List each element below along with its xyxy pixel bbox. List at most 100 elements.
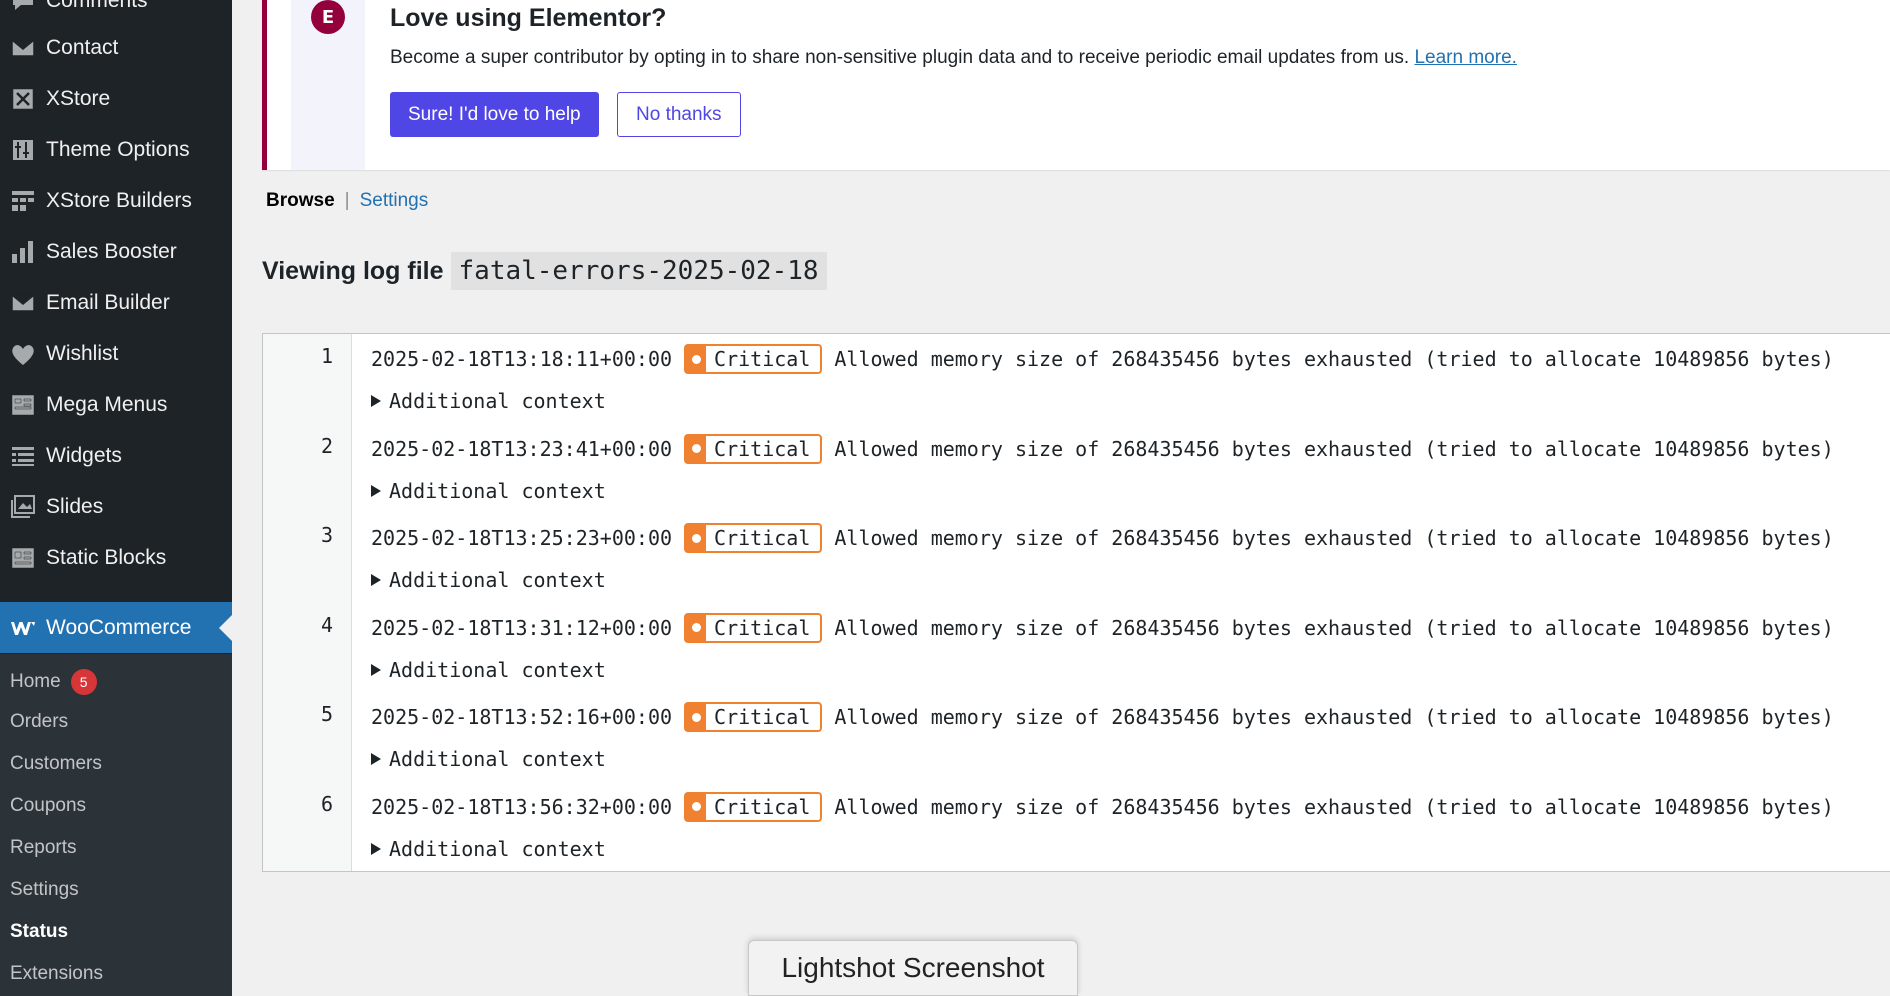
submenu-item-settings[interactable]: Settings bbox=[10, 879, 79, 901]
line-number: 5 bbox=[320, 702, 333, 726]
disclosure-triangle-icon bbox=[371, 663, 381, 676]
submenu-item-home[interactable]: Home 5 bbox=[10, 669, 97, 695]
level-badge: Critical bbox=[684, 612, 823, 643]
browse-tab[interactable]: Browse bbox=[266, 190, 335, 212]
sidebar-item-theme-options[interactable]: Theme Options bbox=[0, 124, 232, 175]
bar-chart-icon bbox=[0, 238, 46, 266]
log-entry-line: 2025-02-18T13:52:16+00:00 Critical Allowed… bbox=[371, 702, 1834, 732]
learn-more-link[interactable]: Learn more. bbox=[1414, 47, 1516, 68]
elementor-logo-icon: E bbox=[311, 0, 345, 34]
theme-options-icon bbox=[0, 136, 46, 164]
line-number: 2 bbox=[320, 433, 333, 458]
sidebar-item-label: Widgets bbox=[46, 443, 122, 467]
level-label: Critical bbox=[714, 347, 811, 371]
notice-title: Love using Elementor? bbox=[390, 4, 667, 32]
additional-context-label: Additional context bbox=[389, 836, 606, 861]
log-entry: 1 2025-02-18T13:18:11+00:00 Critical Allowe… bbox=[263, 334, 1890, 424]
sidebar-item-label: Wishlist bbox=[46, 341, 119, 365]
submenu-item-label: Coupons bbox=[10, 795, 87, 816]
sidebar-item-woocommerce[interactable]: WooCommerce bbox=[0, 602, 232, 653]
notice-icon-column: E bbox=[291, 0, 365, 170]
log-entry-line: 2025-02-18T13:31:12+00:00 Critical Allowed… bbox=[371, 612, 1834, 643]
additional-context-label: Additional context bbox=[389, 657, 606, 682]
log-filename: fatal-errors-2025-02-18 bbox=[450, 252, 827, 290]
sidebar-item-slides[interactable]: Slides bbox=[0, 481, 232, 532]
sidebar-item-email-builder[interactable]: Email Builder bbox=[0, 277, 232, 328]
envelope-icon bbox=[0, 289, 46, 317]
line-number: 4 bbox=[320, 612, 333, 637]
sidebar-item-label: Comments bbox=[46, 0, 148, 12]
settings-tab[interactable]: Settings bbox=[360, 190, 429, 212]
sidebar-item-label: Static Blocks bbox=[46, 545, 167, 569]
sidebar-item-label: Theme Options bbox=[46, 137, 190, 161]
sidebar-item-sales-booster[interactable]: Sales Booster bbox=[0, 226, 232, 277]
sidebar-item-label: Contact bbox=[46, 35, 119, 59]
disclosure-triangle-icon bbox=[371, 574, 381, 586]
log-entry-line: 2025-02-18T13:23:41+00:00 Critical Allowed… bbox=[371, 433, 1834, 464]
sidebar-item-widgets[interactable]: Widgets bbox=[0, 430, 232, 481]
level-badge: Critical bbox=[684, 702, 823, 732]
log-entry-line: 2025-02-18T13:18:11+00:00 Critical Allowed… bbox=[371, 344, 1834, 374]
level-dot-icon bbox=[686, 346, 707, 372]
log-message: Allowed memory size of 268435456 bytes e… bbox=[834, 615, 1834, 640]
line-number: 1 bbox=[320, 344, 333, 368]
sidebar-item-mega-menus[interactable]: Mega Menus bbox=[0, 379, 232, 430]
level-label: Critical bbox=[714, 705, 811, 729]
log-entry: 3 2025-02-18T13:25:23+00:00 Critical Allowe… bbox=[263, 513, 1890, 603]
additional-context-toggle[interactable]: Additional context bbox=[371, 479, 606, 503]
log-entry: 6 2025-02-18T13:56:32+00:00 Critical Allowe… bbox=[263, 782, 1890, 872]
log-entry: 4 2025-02-18T13:31:12+00:00 Critical Allowe… bbox=[263, 603, 1890, 693]
lightshot-tooltip: Lightshot Screenshot bbox=[748, 940, 1078, 996]
submenu-item-label: Settings bbox=[10, 879, 79, 900]
log-message: Allowed memory size of 268435456 bytes e… bbox=[834, 347, 1834, 371]
log-entry: 5 2025-02-18T13:52:16+00:00 Critical Allowe… bbox=[263, 692, 1890, 782]
mail-icon bbox=[0, 34, 46, 62]
additional-context-toggle[interactable]: Additional context bbox=[371, 389, 606, 413]
sidebar-item-xstore[interactable]: XStore bbox=[0, 73, 232, 124]
additional-context-toggle[interactable]: Additional context bbox=[371, 568, 606, 592]
submenu-item-orders[interactable]: Orders bbox=[10, 711, 68, 733]
current-menu-arrow bbox=[219, 614, 232, 641]
widgets-icon bbox=[0, 442, 46, 470]
additional-context-toggle[interactable]: Additional context bbox=[371, 837, 606, 861]
submenu-item-status[interactable]: Status bbox=[10, 921, 68, 943]
level-label: Critical bbox=[714, 436, 811, 461]
submenu-item-customers[interactable]: Customers bbox=[10, 753, 102, 775]
additional-context-toggle[interactable]: Additional context bbox=[371, 747, 606, 771]
submenu-item-extensions[interactable]: Extensions bbox=[10, 963, 103, 985]
nav-separator: | bbox=[344, 190, 350, 211]
log-entry: 2 2025-02-18T13:23:41+00:00 Critical Allowe… bbox=[263, 424, 1890, 514]
level-badge: Critical bbox=[684, 433, 823, 464]
log-message: Allowed memory size of 268435456 bytes e… bbox=[834, 436, 1834, 461]
additional-context-label: Additional context bbox=[389, 747, 606, 771]
notice-text: Become a super contributor by opting in … bbox=[390, 47, 1517, 69]
sidebar-item-contact[interactable]: Contact bbox=[0, 22, 232, 73]
elementor-notice: E Love using Elementor? Become a super c… bbox=[262, 0, 1890, 170]
sidebar-item-static-blocks[interactable]: Static Blocks bbox=[0, 532, 232, 583]
submenu-item-coupons[interactable]: Coupons bbox=[10, 795, 86, 817]
admin-sidebar: Comments Contact XStore Theme Options XStore… bbox=[0, 0, 232, 996]
log-timestamp: 2025-02-18T13:23:41+00:00 bbox=[371, 436, 673, 461]
disclosure-triangle-icon bbox=[371, 395, 381, 407]
sidebar-item-label: Slides bbox=[46, 494, 104, 518]
notification-badge: 5 bbox=[70, 669, 97, 695]
disclosure-triangle-icon bbox=[371, 484, 381, 497]
submenu-item-label: Customers bbox=[10, 753, 102, 774]
page-title: Viewing log file fatal-errors-2025-02-18 bbox=[262, 252, 827, 290]
submenu-item-label: Extensions bbox=[10, 963, 103, 984]
sidebar-item-wishlist[interactable]: Wishlist bbox=[0, 328, 232, 379]
opt-in-button[interactable]: Sure! I'd love to help bbox=[390, 92, 599, 137]
level-label: Critical bbox=[714, 794, 811, 819]
level-label: Critical bbox=[714, 526, 811, 550]
sidebar-item-label: WooCommerce bbox=[46, 615, 192, 639]
log-entry-line: 2025-02-18T13:56:32+00:00 Critical Allowed… bbox=[371, 791, 1834, 822]
mega-menu-icon bbox=[0, 391, 46, 419]
submenu-item-label: Orders bbox=[10, 711, 69, 732]
sidebar-item-label: Mega Menus bbox=[46, 392, 168, 416]
submenu-item-reports[interactable]: Reports bbox=[10, 837, 77, 859]
additional-context-toggle[interactable]: Additional context bbox=[371, 658, 606, 682]
sidebar-item-xstore-builders[interactable]: XStore Builders bbox=[0, 175, 232, 226]
log-message: Allowed memory size of 268435456 bytes e… bbox=[834, 526, 1834, 550]
static-blocks-icon bbox=[0, 544, 46, 572]
no-thanks-button[interactable]: No thanks bbox=[617, 92, 741, 137]
